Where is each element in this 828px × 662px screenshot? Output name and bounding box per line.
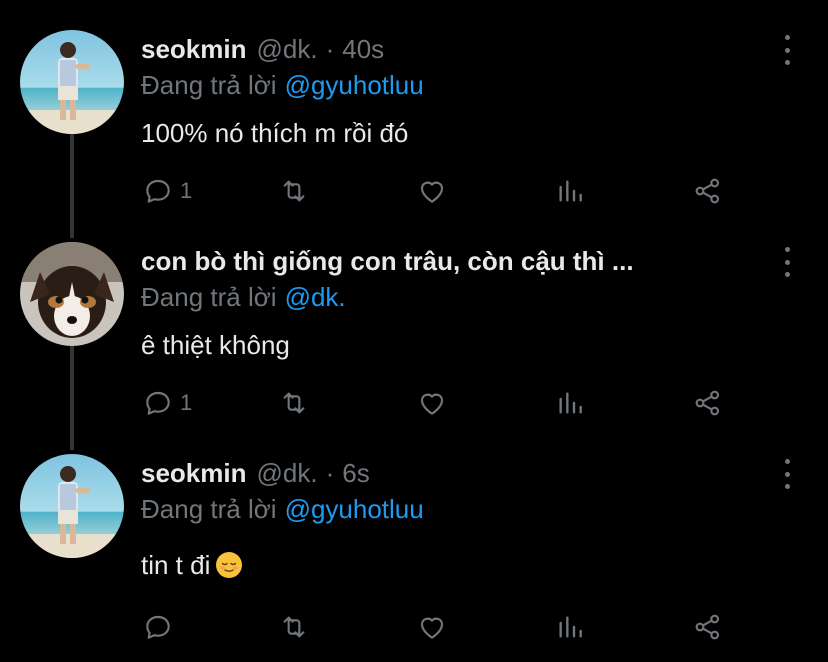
more-icon[interactable]	[777, 247, 797, 277]
like-icon	[420, 393, 444, 415]
avatar[interactable]	[20, 242, 124, 346]
analytics-icon	[559, 392, 582, 414]
author-handle[interactable]: @dk.	[257, 458, 318, 489]
tweet[interactable]: con bò thì giống con trâu, còn cậu thì .…	[0, 236, 828, 448]
reply-button[interactable]: 1	[142, 171, 192, 211]
more-icon[interactable]	[777, 35, 797, 65]
more-icon[interactable]	[777, 459, 797, 489]
tweet-actions: 1	[0, 171, 828, 211]
analytics-icon	[559, 616, 582, 638]
reply-prefix: Đang trả lời	[141, 494, 277, 524]
retweet-button[interactable]	[278, 607, 310, 647]
like-icon	[420, 181, 444, 203]
tweet-actions	[0, 607, 828, 647]
analytics-icon	[559, 180, 582, 202]
tweet-actions: 1	[0, 383, 828, 423]
like-button[interactable]	[416, 383, 448, 423]
share-button[interactable]	[692, 607, 724, 647]
tweet[interactable]: seokmin @dk. · 40s Đang trả lời @gyuhotlu…	[0, 0, 828, 236]
reply-prefix: Đang trả lời	[141, 70, 277, 100]
tweet-text: 100% nó thích m rồi đó	[141, 118, 409, 148]
retweet-icon	[283, 180, 305, 202]
reply-mention[interactable]: @gyuhotluu	[285, 494, 424, 524]
share-button[interactable]	[692, 171, 724, 211]
like-icon	[420, 617, 444, 639]
replying-to: Đang trả lời @gyuhotluu	[141, 494, 424, 525]
tweet-text-wrapper: tin t đi	[141, 550, 243, 581]
author-name[interactable]: seokmin	[141, 34, 247, 65]
like-button[interactable]	[416, 607, 448, 647]
reply-button[interactable]: 1	[142, 383, 192, 423]
timestamp[interactable]: 6s	[342, 458, 369, 489]
separator: ·	[325, 458, 335, 488]
reply-count: 1	[180, 178, 193, 203]
replying-to: Đang trả lời @gyuhotluu	[141, 70, 424, 101]
avatar[interactable]	[20, 454, 124, 558]
author-handle[interactable]: @dk.	[257, 34, 318, 65]
tweet-text: tin t đi	[141, 550, 211, 580]
analytics-button[interactable]	[554, 607, 586, 647]
separator: ·	[325, 34, 335, 64]
reply-mention[interactable]: @dk.	[285, 282, 346, 312]
share-button[interactable]	[692, 383, 724, 423]
reply-icon	[146, 391, 170, 415]
replying-to: Đang trả lời @dk.	[141, 282, 346, 313]
analytics-button[interactable]	[554, 383, 586, 423]
retweet-icon	[283, 616, 305, 638]
tweet[interactable]: seokmin @dk. · 6s Đang trả lời @gyuhotluu…	[0, 448, 828, 662]
share-icon	[695, 390, 720, 416]
reply-prefix: Đang trả lời	[141, 282, 277, 312]
author-name[interactable]: seokmin	[141, 458, 247, 489]
reply-icon	[146, 615, 170, 639]
retweet-icon	[283, 392, 305, 414]
author-name[interactable]: con bò thì giống con trâu, còn cậu thì .…	[141, 246, 634, 277]
retweet-button[interactable]	[278, 383, 310, 423]
reply-count: 1	[180, 390, 193, 415]
avatar[interactable]	[20, 30, 124, 134]
reply-icon	[146, 179, 170, 203]
reply-mention[interactable]: @gyuhotluu	[285, 70, 424, 100]
retweet-button[interactable]	[278, 171, 310, 211]
tweet-text: ê thiệt không	[141, 330, 290, 360]
timestamp[interactable]: 40s	[342, 34, 384, 65]
share-icon	[695, 178, 720, 204]
reply-button[interactable]	[142, 607, 174, 647]
analytics-button[interactable]	[554, 171, 586, 211]
share-icon	[695, 614, 720, 640]
like-button[interactable]	[416, 171, 448, 211]
relieved-face-emoji	[216, 552, 243, 578]
